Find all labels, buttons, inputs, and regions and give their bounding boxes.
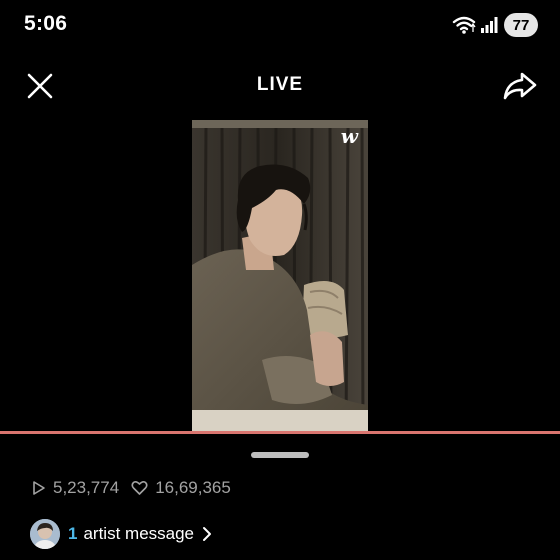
stats-row: 5,23,774 16,69,365 [32,476,243,500]
avatar [30,519,60,549]
status-bar: 5:06 77 [0,0,560,52]
video-frame-image [192,120,368,432]
status-icons: 77 [452,13,538,37]
artist-message-count: 1 [68,524,78,543]
share-button[interactable] [502,70,538,102]
views-stat: 5,23,774 [32,478,119,498]
share-icon [503,72,537,100]
page-title: LIVE [256,74,304,95]
play-icon [33,481,45,495]
progress-line [0,431,560,434]
weverse-logo: w [340,124,358,148]
avatar-image [30,519,60,549]
live-video[interactable]: w [192,120,368,432]
top-bar: LIVE [0,60,560,112]
signal-icon [481,17,498,33]
likes-count: 16,69,365 [155,478,231,497]
heart-icon [131,480,148,495]
artist-message-label: artist message [83,524,195,543]
artist-message-link[interactable]: 1 artist message [30,518,212,550]
battery-badge: 77 [504,13,538,37]
drag-handle[interactable] [251,452,309,458]
wifi-icon [452,16,476,34]
views-count: 5,23,774 [53,478,120,497]
likes-stat: 16,69,365 [131,478,231,498]
chevron-right-icon [203,527,212,541]
status-time: 5:06 [24,12,68,35]
